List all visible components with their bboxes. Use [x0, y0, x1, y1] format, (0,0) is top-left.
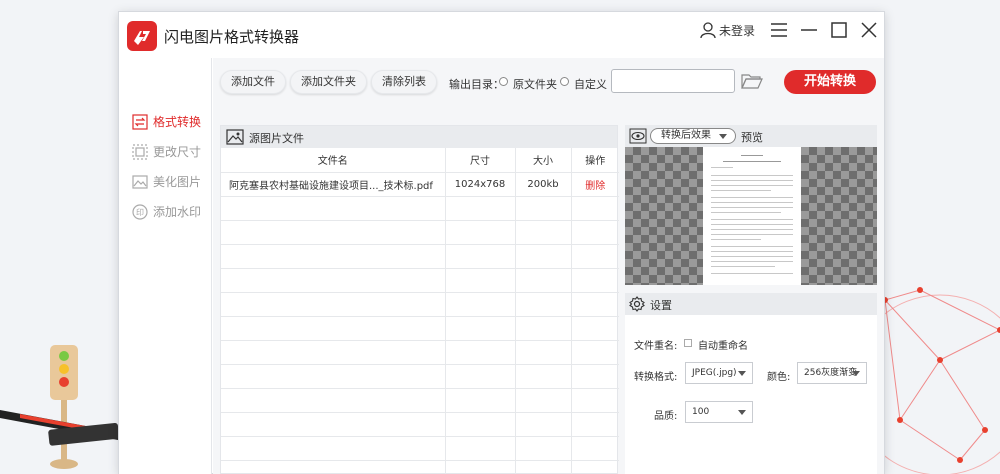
- preview-label: 预览: [741, 131, 763, 144]
- table-row: [221, 196, 619, 221]
- sidebar-item-label: 更改尺寸: [153, 145, 202, 159]
- table-row[interactable]: 阿克塞县农村基础设施建设项目..._技术标.pdf 1024x768 200kb…: [221, 172, 619, 197]
- sidebar-item-watermark[interactable]: 印 添加水印: [132, 203, 201, 220]
- files-table: 文件名 尺寸 大小 操作 阿克塞县农村基础设施建设项目..._技术标.pdf 1…: [221, 148, 619, 474]
- table-row: [221, 412, 619, 437]
- output-path-input[interactable]: [611, 69, 735, 93]
- gear-icon: [629, 296, 645, 312]
- table-row: [221, 268, 619, 293]
- title-bar: 闪电图片格式转换器 未登录: [119, 12, 884, 58]
- rename-label: 文件重名:: [634, 341, 678, 352]
- radio-source-folder[interactable]: [499, 77, 508, 86]
- start-convert-button[interactable]: 开始转换: [784, 70, 876, 94]
- file-dimension-cell: 1024x768: [445, 172, 516, 197]
- close-icon[interactable]: [859, 20, 879, 40]
- chevron-down-icon: [738, 410, 746, 415]
- chevron-down-icon: [719, 134, 727, 139]
- format-label: 转换格式:: [634, 372, 678, 383]
- table-header-row: 文件名 尺寸 大小 操作: [221, 148, 619, 173]
- sidebar-item-resize[interactable]: 更改尺寸: [132, 143, 201, 160]
- format-select[interactable]: JPEG(.jpg): [685, 362, 753, 384]
- quality-label: 品质:: [654, 411, 678, 422]
- preview-document-thumbnail: [703, 147, 801, 285]
- sidebar-item-label: 添加水印: [153, 205, 202, 219]
- chevron-down-icon: [852, 371, 860, 376]
- table-row: [221, 340, 619, 365]
- clear-list-button[interactable]: 清除列表: [371, 70, 437, 94]
- folder-open-icon[interactable]: [741, 71, 763, 91]
- table-row: [221, 292, 619, 317]
- color-select[interactable]: 256灰度渐变: [797, 362, 867, 384]
- eye-icon: [629, 128, 647, 144]
- delete-link[interactable]: 删除: [571, 172, 619, 197]
- menu-icon[interactable]: [769, 20, 789, 40]
- table-row: [221, 364, 619, 389]
- login-button[interactable]: 未登录: [699, 21, 755, 39]
- table-row: [221, 436, 619, 461]
- sidebar-item-label: 美化图片: [153, 175, 202, 189]
- minimize-icon[interactable]: [799, 20, 819, 40]
- sidebar-item-format-convert[interactable]: 格式转换: [132, 113, 201, 130]
- convert-icon: [132, 113, 148, 130]
- maximize-icon[interactable]: [829, 20, 849, 40]
- svg-text:印: 印: [136, 208, 144, 217]
- sidebar-item-beautify[interactable]: 美化图片: [132, 173, 201, 190]
- resize-icon: [132, 143, 148, 160]
- main-content: 添加文件 添加文件夹 清除列表 输出目录： 原文件夹 自定义 开始转换 源图片文…: [213, 58, 884, 474]
- source-files-panel: 源图片文件 文件名 尺寸 大小 操作 阿克塞县农村基础设施建设项目..._技术标…: [220, 125, 619, 474]
- radio-custom-label: 自定义: [574, 78, 607, 91]
- login-label: 未登录: [719, 23, 756, 38]
- color-select-value: 256灰度渐变: [804, 368, 858, 378]
- settings-header: 设置: [625, 293, 877, 315]
- sidebar-item-label: 格式转换: [153, 115, 202, 129]
- user-icon: [700, 22, 716, 39]
- settings-panel: 设置 文件重名: 自动重命名 转换格式: JPEG(.jpg) 颜色: 256灰…: [625, 293, 877, 474]
- app-title: 闪电图片格式转换器: [164, 28, 300, 46]
- column-header: 操作: [571, 148, 619, 173]
- add-folder-button[interactable]: 添加文件夹: [290, 70, 367, 94]
- radio-custom[interactable]: [560, 77, 569, 86]
- format-select-value: JPEG(.jpg): [692, 368, 737, 378]
- app-window: 闪电图片格式转换器 未登录 格式转换 更改尺寸 美化图片 印 添加水印 添加文件…: [118, 11, 885, 474]
- quality-select-value: 100: [692, 407, 710, 417]
- chevron-down-icon: [738, 371, 746, 376]
- column-header: 尺寸: [445, 148, 516, 173]
- output-dir-label: 输出目录：: [449, 78, 504, 91]
- source-files-header: 源图片文件: [221, 126, 617, 148]
- table-row: [221, 388, 619, 413]
- image-icon: [226, 129, 244, 145]
- add-file-button[interactable]: 添加文件: [220, 70, 286, 94]
- auto-rename-label: 自动重命名: [698, 341, 748, 352]
- quality-select[interactable]: 100: [685, 401, 753, 423]
- file-size-cell: 200kb: [515, 172, 572, 197]
- auto-rename-checkbox[interactable]: [684, 339, 692, 347]
- table-row: [221, 460, 619, 474]
- preview-effect-select[interactable]: 转换后效果: [650, 128, 736, 144]
- stamp-icon: 印: [132, 203, 148, 220]
- column-header: 大小: [515, 148, 572, 173]
- preview-panel: 转换后效果 预览: [625, 125, 877, 285]
- preview-header: 转换后效果 预览: [625, 125, 877, 147]
- toolbar: 添加文件 添加文件夹 清除列表 输出目录： 原文件夹 自定义 开始转换: [213, 58, 884, 108]
- radio-source-folder-label: 原文件夹: [513, 78, 557, 91]
- source-files-title: 源图片文件: [249, 132, 304, 145]
- column-header: 文件名: [221, 148, 446, 173]
- table-row: [221, 244, 619, 269]
- file-name-cell: 阿克塞县农村基础设施建设项目..._技术标.pdf: [221, 172, 446, 197]
- color-label: 颜色:: [767, 372, 791, 383]
- table-row: [221, 220, 619, 245]
- sidebar: 格式转换 更改尺寸 美化图片 印 添加水印: [119, 58, 212, 474]
- preview-effect-value: 转换后效果: [661, 130, 711, 141]
- table-row: [221, 316, 619, 341]
- app-logo-icon: [127, 21, 157, 51]
- settings-title: 设置: [650, 299, 672, 312]
- image-icon: [132, 174, 148, 189]
